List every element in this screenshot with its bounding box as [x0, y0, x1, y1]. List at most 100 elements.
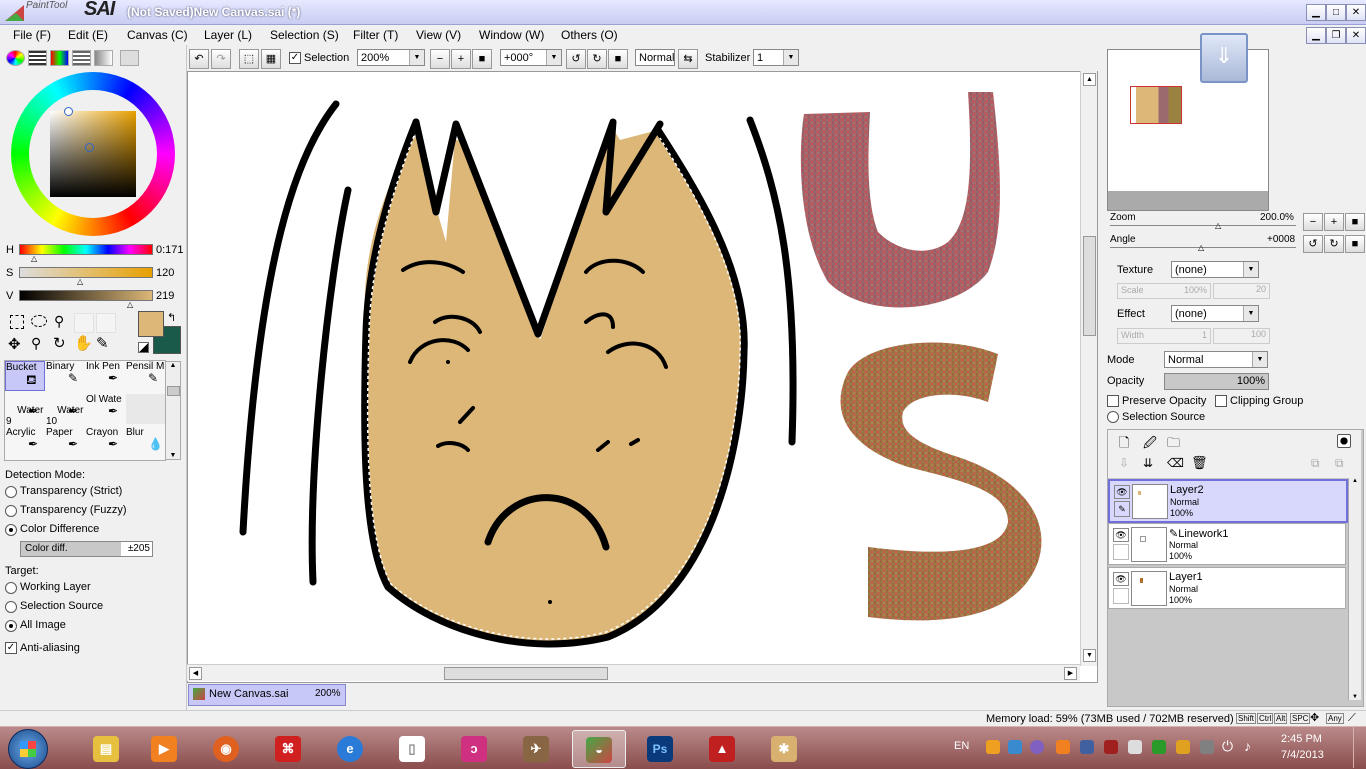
- hue-slider[interactable]: [19, 244, 153, 255]
- tray-icon[interactable]: [1030, 740, 1044, 754]
- color-difference-label[interactable]: Color Difference: [20, 523, 99, 535]
- drawing-canvas[interactable]: [187, 71, 1098, 683]
- tool-water-10[interactable]: Water 10 ✒: [46, 394, 86, 427]
- hue-picker-marker[interactable]: [64, 107, 73, 116]
- layer-mode-combo[interactable]: Normal ▼: [1164, 351, 1268, 368]
- tool-grid-scroll-thumb[interactable]: [167, 386, 180, 396]
- texture-scale-field[interactable]: Scale 100%: [1117, 283, 1211, 299]
- menu-canvas[interactable]: Canvas (C): [127, 28, 188, 42]
- lock-toggle[interactable]: [1113, 544, 1129, 560]
- taskbar-media-player[interactable]: ▶: [138, 730, 190, 766]
- radio-selection-source[interactable]: [5, 601, 17, 613]
- effect-width-field[interactable]: Width 1: [1117, 328, 1211, 344]
- texture-combo[interactable]: (none) ▼: [1171, 261, 1259, 278]
- scroll-left-button[interactable]: ◀: [189, 667, 202, 680]
- working-layer-label[interactable]: Working Layer: [20, 581, 91, 593]
- maximize-button[interactable]: □: [1326, 4, 1346, 21]
- transparency-strict-label[interactable]: Transparency (Strict): [20, 485, 122, 497]
- reset-colors-icon[interactable]: [138, 342, 149, 353]
- taskbar-firefox[interactable]: ◉: [200, 730, 252, 766]
- flip-horizontal-button[interactable]: ⇆: [678, 49, 698, 69]
- tool-paper[interactable]: Paper ✒: [46, 427, 86, 457]
- canvas-horizontal-scrollbar[interactable]: ◀ ▶: [187, 664, 1080, 681]
- rotation-combo[interactable]: +000° ▼: [500, 49, 562, 66]
- eye-icon[interactable]: 👁: [1114, 485, 1130, 499]
- layer-move-up-icon[interactable]: ⧉: [1311, 456, 1320, 471]
- radio-color-difference[interactable]: [5, 524, 17, 536]
- stabilizer-combo[interactable]: 1 ▼: [753, 49, 799, 66]
- radio-transparency-strict[interactable]: [5, 486, 17, 498]
- blend-mode-combo[interactable]: Normal: [635, 49, 675, 66]
- menu-selection[interactable]: Selection (S): [270, 28, 339, 42]
- tool-ink-pen[interactable]: Ink Pen ✒: [86, 361, 126, 391]
- taskbar-adobe[interactable]: ▲: [696, 730, 748, 766]
- layer-list-scrollbar[interactable]: ▲ ▼: [1348, 478, 1361, 700]
- hsv-sliders-tab-icon[interactable]: [50, 50, 69, 66]
- clear-layer-icon[interactable]: ⌫: [1167, 456, 1184, 470]
- doc-minimize-button[interactable]: ▁: [1306, 27, 1326, 44]
- start-button[interactable]: [8, 729, 48, 769]
- primary-color-swatch[interactable]: [138, 311, 164, 337]
- selection-source-label[interactable]: Selection Source: [1122, 411, 1205, 423]
- doc-close-button[interactable]: ✕: [1346, 27, 1366, 44]
- power-icon[interactable]: ⏻: [1222, 738, 1233, 755]
- tool-water-9[interactable]: Water 9 ✒: [6, 394, 46, 427]
- eye-icon[interactable]: 👁: [1113, 528, 1129, 542]
- taskbar-photoshop[interactable]: Ps: [634, 730, 686, 766]
- menu-layer[interactable]: Layer (L): [204, 28, 252, 42]
- lock-toggle[interactable]: [1113, 588, 1129, 604]
- tool-crayon[interactable]: Crayon ✒: [86, 427, 126, 457]
- taskbar-app-2[interactable]: ✈: [510, 730, 562, 766]
- menu-file[interactable]: File (F): [13, 28, 51, 42]
- tray-icon[interactable]: [1128, 740, 1142, 754]
- anti-aliasing-label[interactable]: Anti-aliasing: [20, 642, 80, 654]
- tray-icon[interactable]: [1080, 740, 1094, 754]
- nav-angle-thumb[interactable]: △: [1198, 243, 1204, 252]
- zoom-icon[interactable]: ⚲: [31, 335, 41, 352]
- tray-icon[interactable]: [1056, 740, 1070, 754]
- nav-zoom-slider[interactable]: [1110, 225, 1296, 226]
- new-linework-layer-icon[interactable]: 🖉: [1143, 434, 1157, 456]
- minimize-button[interactable]: ▁: [1306, 4, 1326, 21]
- invert-selection-button[interactable]: ▦: [261, 49, 281, 69]
- volume-icon[interactable]: ♪: [1244, 738, 1251, 754]
- network-icon[interactable]: [1200, 740, 1214, 754]
- language-indicator[interactable]: EN: [954, 740, 969, 752]
- sv-picker-marker[interactable]: [85, 143, 94, 152]
- tool-binary[interactable]: Binary ✎: [46, 361, 86, 391]
- saturation-value-square[interactable]: [50, 111, 136, 197]
- clock-time[interactable]: 2:45 PM: [1281, 733, 1322, 745]
- layer-row[interactable]: 👁 ✎Linework1 Normal 100%: [1108, 523, 1346, 565]
- texture-strength-field[interactable]: 20: [1213, 283, 1270, 299]
- vertical-scroll-thumb[interactable]: [1083, 236, 1096, 336]
- zoom-reset-button[interactable]: ■: [472, 49, 492, 69]
- doc-restore-button[interactable]: ❐: [1326, 27, 1346, 44]
- horizontal-scroll-thumb[interactable]: [444, 667, 608, 680]
- canvas-vertical-scrollbar[interactable]: ▲ ▼: [1080, 71, 1097, 666]
- deselect-button[interactable]: ⬚: [239, 49, 259, 69]
- swatches-tab-icon[interactable]: [72, 50, 91, 66]
- navigator-view-rect[interactable]: [1130, 86, 1182, 124]
- taskbar-explorer[interactable]: ▤: [80, 730, 132, 766]
- taskbar-paint[interactable]: ✱: [758, 730, 810, 766]
- menu-window[interactable]: Window (W): [479, 28, 544, 42]
- close-button[interactable]: ✕: [1346, 4, 1366, 21]
- radio-transparency-fuzzy[interactable]: [5, 505, 17, 517]
- hand-icon[interactable]: ✋: [74, 334, 93, 352]
- taskbar-painttool-sai[interactable]: ◒: [572, 730, 626, 768]
- selection-toggle-label[interactable]: Selection: [304, 52, 349, 64]
- delete-layer-icon[interactable]: 🗑: [1191, 455, 1208, 471]
- taskbar-ie[interactable]: e: [324, 730, 376, 766]
- layer-row[interactable]: 👁 Layer1 Normal 100%: [1108, 567, 1346, 609]
- menu-filter[interactable]: Filter (T): [353, 28, 398, 42]
- eyedropper-icon[interactable]: ✎: [96, 334, 109, 352]
- nav-rotate-reset-button[interactable]: ■: [1345, 235, 1365, 253]
- new-folder-icon[interactable]: 🗀: [1167, 434, 1180, 456]
- nav-zoom-out-button[interactable]: −: [1303, 213, 1323, 231]
- rotate-icon[interactable]: ↻: [53, 334, 66, 352]
- transfer-down-icon[interactable]: ⇩: [1119, 456, 1129, 470]
- tray-icon[interactable]: [1176, 740, 1190, 754]
- layer-move-down-icon[interactable]: ⧉: [1335, 456, 1344, 471]
- eye-icon[interactable]: 👁: [1113, 572, 1129, 586]
- anti-aliasing-checkbox[interactable]: ✓: [5, 642, 17, 654]
